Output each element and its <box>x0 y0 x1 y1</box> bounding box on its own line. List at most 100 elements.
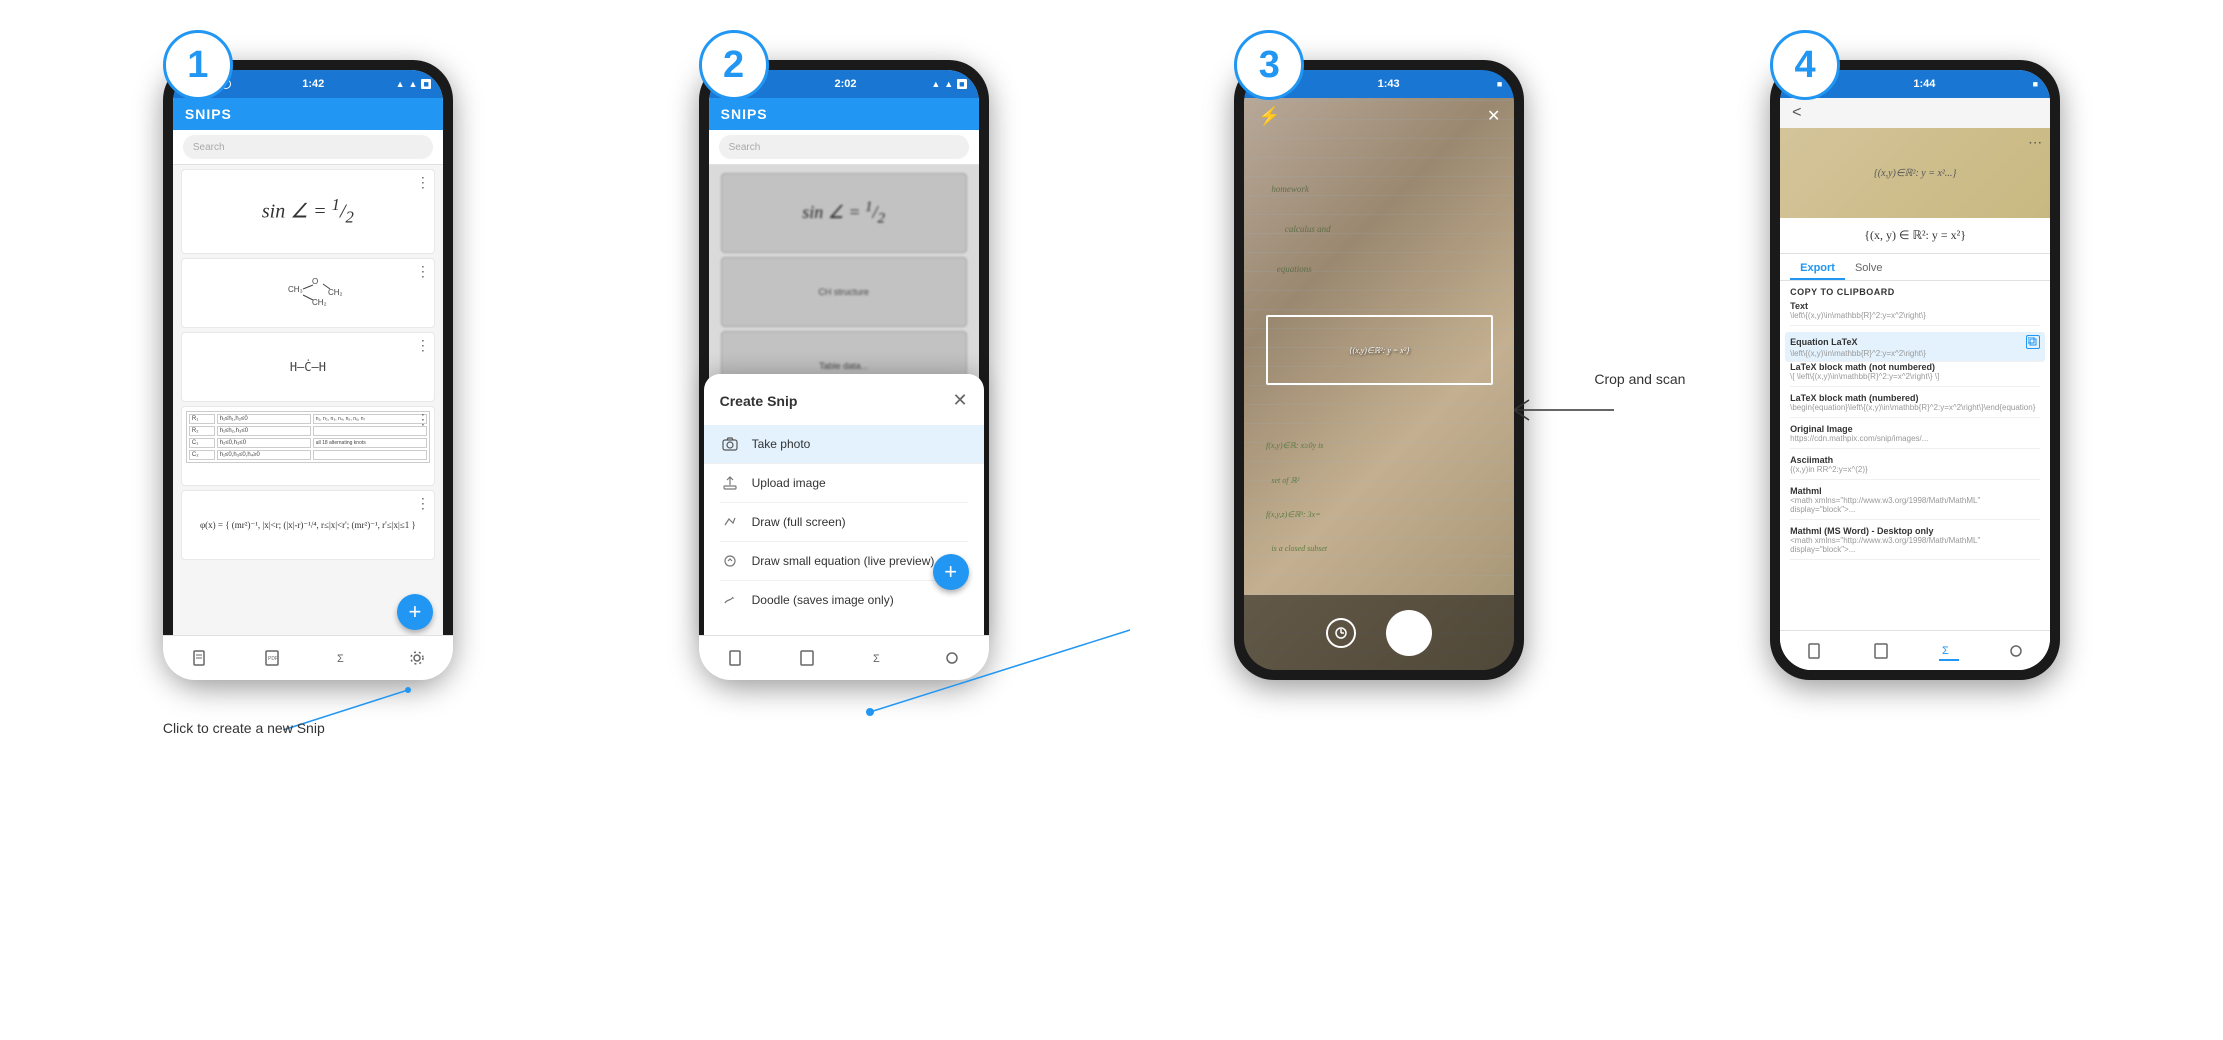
svg-text:Σ: Σ <box>873 653 880 665</box>
svg-text:PDF: PDF <box>268 656 278 662</box>
upload-image-label: Upload image <box>752 476 826 490</box>
take-photo-label: Take photo <box>752 437 811 451</box>
pdf-nav-icon[interactable]: PDF <box>262 648 282 668</box>
step-4-pdf-nav[interactable] <box>1871 641 1891 661</box>
result-formula-display: {(x, y) ∈ ℝ²: y = x²} <box>1780 218 2050 254</box>
result-menu-dots[interactable]: ⋯ <box>2028 134 2042 151</box>
upload-icon <box>720 473 740 493</box>
step-2-search: Search <box>709 130 979 165</box>
step-3-time: 1:43 <box>1378 78 1400 90</box>
svg-text:O: O <box>312 277 318 286</box>
row-latex-block-label: LaTeX block math (not numbered) <box>1790 362 2040 372</box>
step-2-settings-nav[interactable] <box>942 648 962 668</box>
handwritten-text-1: homework <box>1271 184 1309 194</box>
camera-icon <box>720 434 740 454</box>
step-4-phone: G 1:44 ■ < {(x,y)∈ℝ²: y = x²...} <box>1770 60 2060 680</box>
step-2-search-box[interactable]: Search <box>719 135 969 159</box>
step-4-result: {(x,y)∈ℝ²: y = x²...} ⋯ {(x, y) ∈ ℝ²: y … <box>1780 128 2050 670</box>
snip-menu-icon[interactable]: ⋮ <box>416 174 430 191</box>
step-2-math-nav[interactable]: Σ <box>870 648 890 668</box>
step-2-fab[interactable]: + <box>933 554 969 590</box>
step-2-phone: G 2:02 ▲ ▲ ■ SNIPS Search <box>699 60 989 680</box>
back-button[interactable]: < <box>1792 104 1801 121</box>
snip-menu-icon-2[interactable]: ⋮ <box>416 263 430 280</box>
result-row-image[interactable]: Original Image https://cdn.mathpix.com/s… <box>1790 424 2040 449</box>
dialog-draw-full[interactable]: Draw (full screen) <box>720 503 968 542</box>
camera-timer-icon[interactable] <box>1326 618 1356 648</box>
snip-menu-icon-4[interactable]: ⋮ <box>416 411 430 428</box>
step-4-time: 1:44 <box>1913 78 1935 90</box>
crop-annotation-container: Crop and scan <box>1514 380 1684 445</box>
result-row-latex-numbered[interactable]: LaTeX block math (numbered) \begin{equat… <box>1790 393 2040 418</box>
result-row-latex[interactable]: Equation LaTeX \left\{(x,y)\in\mathbb{R}… <box>1785 332 2045 362</box>
math-formula-1: sin ∠ = 1/2 <box>262 195 354 228</box>
export-tab[interactable]: Export <box>1790 258 1845 280</box>
step-2-pdf-nav[interactable] <box>797 648 817 668</box>
draw-full-label: Draw (full screen) <box>752 515 846 529</box>
doodle-icon <box>720 590 740 610</box>
fab-create-button[interactable]: + <box>397 594 433 630</box>
step-1-phone: G 1:42 ▲ ▲ ■ SNIPS Se <box>163 60 453 680</box>
step-1-search-bar: Search <box>173 130 443 165</box>
chem-2-content: H—Ċ—H <box>290 360 326 374</box>
snip-menu-icon-3[interactable]: ⋮ <box>416 337 430 354</box>
step-2-chem: CH structure <box>818 287 869 297</box>
step-4-settings-nav[interactable] <box>2006 641 2026 661</box>
result-row-ascii[interactable]: Asciimath {(x,y)in RR^2:y=x^(2)} <box>1790 455 2040 480</box>
doc-nav-icon[interactable] <box>189 648 209 668</box>
step-1-header: SNIPS <box>173 98 443 130</box>
step-2-table-sm: Table data... <box>819 361 868 371</box>
row-ascii-label: Asciimath <box>1790 455 2040 465</box>
row-latex-block-value: \[ \left\{(x,y)\in\mathbb{R}^2:y=x^2\rig… <box>1790 372 2040 381</box>
snip-menu-icon-5[interactable]: ⋮ <box>416 495 430 512</box>
svg-text:Σ: Σ <box>337 653 344 665</box>
settings-nav-icon[interactable] <box>407 648 427 668</box>
step-3-wrapper: 3 G 1:43 ■ <box>1234 30 1524 680</box>
step-1-screen: G 1:42 ▲ ▲ ■ SNIPS Se <box>173 70 443 670</box>
dialog-draw-small[interactable]: Draw small equation (live preview) <box>720 542 968 581</box>
scanned-formula: {(x,y)∈ℝ²: y = x²} <box>1349 346 1409 355</box>
camera-shutter-button[interactable] <box>1386 610 1432 656</box>
result-tabs: Export Solve <box>1780 254 2050 281</box>
crop-annotation-text: Crop and scan <box>1594 370 1685 390</box>
camera-close-icon[interactable]: ✕ <box>1487 106 1500 126</box>
step-2-battery: ■ <box>957 79 966 89</box>
table-content: R₁h₁≤h₁,h₂≤0n₁, n₂, n₃, n₄, n₅, n₆, n₇ R… <box>186 411 430 463</box>
page-container: 1 G 1:42 ▲ ▲ ■ <box>0 0 2223 1040</box>
handwritten-text-6: f(x,y,z)∈ℝ³: 3x= <box>1266 510 1321 519</box>
row-mathml-label: Mathml <box>1790 486 2040 496</box>
solve-tab[interactable]: Solve <box>1845 258 1893 280</box>
result-row-mathml-word[interactable]: Mathml (MS Word) - Desktop only <math xm… <box>1790 526 2040 560</box>
camera-controls <box>1244 595 1514 670</box>
step-2-math: sin ∠ = 1/2 <box>802 199 885 228</box>
result-row-mathml[interactable]: Mathml <math xmlns="http://www.w3.org/19… <box>1790 486 2040 520</box>
step-4-bottom-nav: Σ <box>1780 630 2050 670</box>
snip-chem-item-2: ⋮ H—Ċ—H <box>181 332 435 402</box>
step-1-bottom-nav: PDF Σ <box>173 635 443 670</box>
dialog-take-photo[interactable]: Take photo <box>709 425 979 464</box>
snip-chem-item: ⋮ CH₃ O CH₂ CH₂ <box>181 258 435 328</box>
dialog-title-row: Create Snip ✕ <box>720 390 968 411</box>
row-mathml-word-value: <math xmlns="http://www.w3.org/1998/Math… <box>1790 536 2040 554</box>
dialog-doodle[interactable]: Doodle (saves image only) <box>720 581 968 619</box>
dialog-upload-image[interactable]: Upload image <box>720 464 968 503</box>
search-box[interactable]: Search <box>183 135 433 159</box>
step-1-content: ⋮ sin ∠ = 1/2 ⋮ CH₃ O CH₂ <box>173 165 443 670</box>
step-2-header: SNIPS <box>709 98 979 130</box>
flash-icon[interactable]: ⚡ <box>1258 106 1280 127</box>
result-image-bg: {(x,y)∈ℝ²: y = x²...} ⋯ <box>1780 128 2050 218</box>
step-4-math-nav[interactable]: Σ <box>1939 641 1959 661</box>
result-row-latex-block[interactable]: LaTeX block math (not numbered) \[ \left… <box>1790 362 2040 387</box>
row-ascii-value: {(x,y)in RR^2:y=x^(2)} <box>1790 465 2040 474</box>
step-2-doc-nav[interactable] <box>725 648 745 668</box>
step-4-doc-nav[interactable] <box>1804 641 1824 661</box>
step-3-battery: ■ <box>1497 79 1502 89</box>
camera-view: homework calculus and equations {(x,y)∈ℝ… <box>1244 98 1514 670</box>
math-nav-icon[interactable]: Σ <box>334 648 354 668</box>
dialog-close-button[interactable]: ✕ <box>953 390 968 411</box>
row-latex-label: Equation LaTeX <box>1790 337 1857 347</box>
handwritten-text-4: f(x,y)∈ℝ: x≥0y is <box>1266 441 1323 450</box>
status-right: ▲ ▲ ■ <box>396 79 431 89</box>
copy-latex-icon[interactable] <box>2026 335 2040 349</box>
result-row-text[interactable]: Text \left\{(x,y)\in\mathbb{R}^2:y=x^2\r… <box>1790 301 2040 326</box>
